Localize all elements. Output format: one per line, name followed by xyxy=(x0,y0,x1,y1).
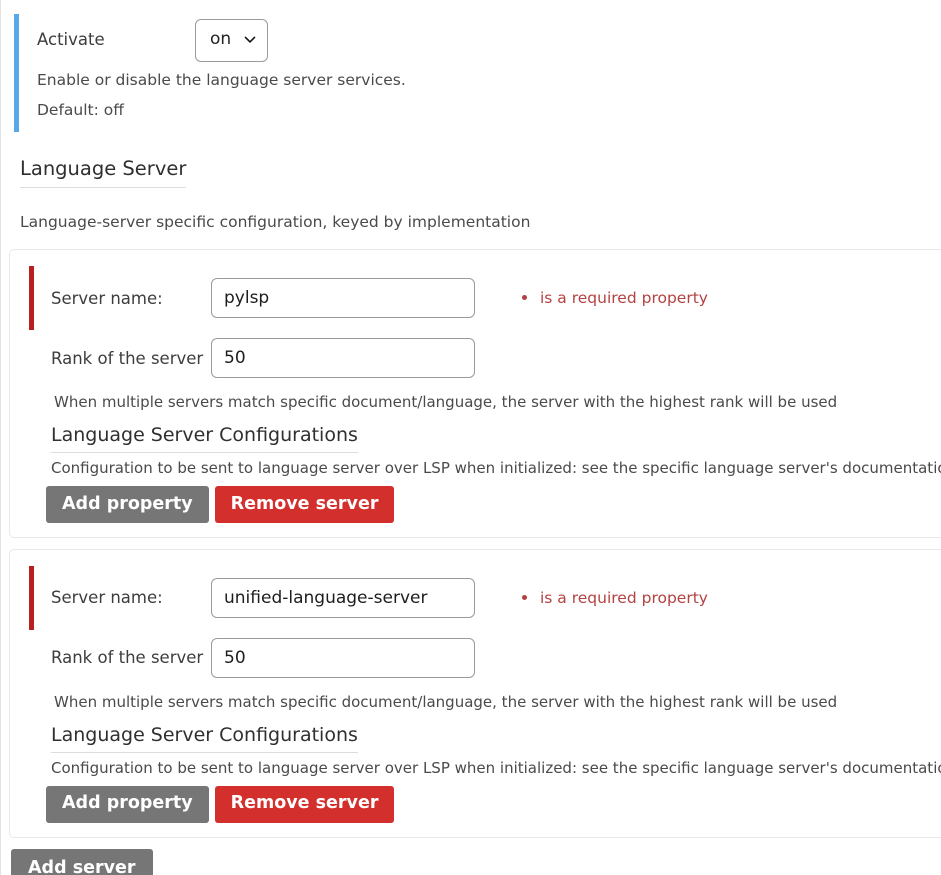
required-property-error: is a required property xyxy=(521,588,708,608)
server-rank-field: Rank of the server xyxy=(29,330,475,386)
activate-select[interactable]: on off xyxy=(195,18,268,62)
server-rank-input[interactable] xyxy=(211,338,475,379)
server-card: Server name: is a required property Rank… xyxy=(9,249,941,538)
remove-server-button[interactable]: Remove server xyxy=(214,785,395,823)
server-name-row: Server name: is a required property xyxy=(10,266,941,331)
server-name-row: Server name: is a required property xyxy=(10,565,941,630)
server-rank-field: Rank of the server xyxy=(29,630,475,686)
configurations-title: Language Server Configurations xyxy=(51,424,358,453)
server-rank-row: Rank of the server xyxy=(10,630,941,686)
settings-panel: Activate on off Enable or disable the la… xyxy=(0,0,941,875)
configurations-title: Language Server Configurations xyxy=(51,724,358,753)
remove-server-button[interactable]: Remove server xyxy=(214,485,395,523)
server-name-label: Server name: xyxy=(51,588,163,608)
server-name-input[interactable] xyxy=(211,577,475,618)
server-rank-label: Rank of the server xyxy=(51,648,204,668)
activate-select-wrap: on off xyxy=(195,18,268,62)
server-rank-label: Rank of the server xyxy=(51,348,204,368)
add-property-button[interactable]: Add property xyxy=(46,785,209,823)
add-property-button[interactable]: Add property xyxy=(46,485,209,523)
server-card-list: Server name: is a required property Rank… xyxy=(9,249,941,838)
section-title: Language Server xyxy=(20,157,187,189)
server-actions: Add property Remove server xyxy=(10,785,941,823)
language-server-section: Language Server Language-server specific… xyxy=(20,157,941,234)
section-description: Language-server specific configuration, … xyxy=(20,213,531,232)
activate-field-block: Activate on off Enable or disable the la… xyxy=(14,14,941,132)
add-server-button[interactable]: Add server xyxy=(11,848,153,875)
activate-description: Enable or disable the language server se… xyxy=(37,71,406,89)
server-rank-note: When multiple servers match specific doc… xyxy=(54,393,838,412)
activate-label: Activate xyxy=(37,30,105,50)
server-name-error-list: is a required property xyxy=(475,588,708,608)
server-card: Server name: is a required property Rank… xyxy=(9,548,941,838)
server-name-required-field: Server name: xyxy=(29,565,475,630)
configurations-description: Configuration to be sent to language ser… xyxy=(51,458,941,477)
activate-row: Activate on off xyxy=(37,14,941,66)
server-actions: Add property Remove server xyxy=(10,485,941,523)
add-server-row: Add server xyxy=(11,848,941,875)
server-name-error-list: is a required property xyxy=(475,288,708,308)
configurations-description: Configuration to be sent to language ser… xyxy=(51,758,941,777)
server-rank-input[interactable] xyxy=(211,637,475,678)
activate-default: Default: off xyxy=(37,101,124,120)
required-property-error: is a required property xyxy=(521,288,708,308)
server-rank-note: When multiple servers match specific doc… xyxy=(54,692,838,711)
server-rank-row: Rank of the server xyxy=(10,330,941,386)
server-name-required-field: Server name: xyxy=(29,266,475,331)
server-name-input[interactable] xyxy=(211,278,475,319)
server-name-label: Server name: xyxy=(51,288,163,308)
